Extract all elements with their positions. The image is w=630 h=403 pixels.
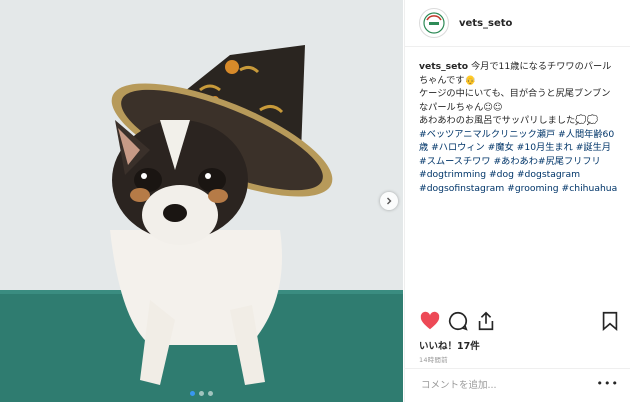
carousel-indicator [190,391,213,396]
avatar[interactable] [419,8,449,38]
share-icon[interactable] [475,310,497,332]
comment-section: ••• [405,368,630,403]
caption-username[interactable]: vets_seto [419,61,468,72]
like-count[interactable]: いいね！17件 [419,338,480,352]
photo-illustration [0,0,403,402]
carousel-next-button[interactable] [380,192,398,210]
next-arrow-icon [387,197,392,205]
post-sidebar: vets_seto vets_seto 今月で11歳になるチワワのパールちゃんで… [404,0,630,402]
post-caption: vets_seto 今月で11歳になるチワワのパールちゃんです👴 ケージの中にい… [405,47,630,195]
caption-hashtags[interactable]: #ベッツアニマルクリニック瀬戸 #人間年齢60歳 #ハロウィン #魔女 #10月… [419,129,617,194]
vets-logo-icon [423,12,445,34]
post-header: vets_seto [405,0,630,47]
bookmark-icon[interactable] [599,310,621,332]
more-options-button[interactable]: ••• [597,377,619,390]
comment-input[interactable] [419,379,593,392]
carousel-dot [199,391,204,396]
instagram-post: vets_seto vets_seto 今月で11歳になるチワワのパールちゃんで… [0,0,630,402]
username-link[interactable]: vets_seto [459,18,512,29]
carousel-dot [208,391,213,396]
heart-icon[interactable] [419,310,441,332]
comment-icon[interactable] [447,310,469,332]
post-timestamp[interactable]: 14時間前 [419,354,448,364]
carousel-dot [190,391,195,396]
action-bar [405,310,630,336]
post-photo[interactable] [0,0,403,402]
